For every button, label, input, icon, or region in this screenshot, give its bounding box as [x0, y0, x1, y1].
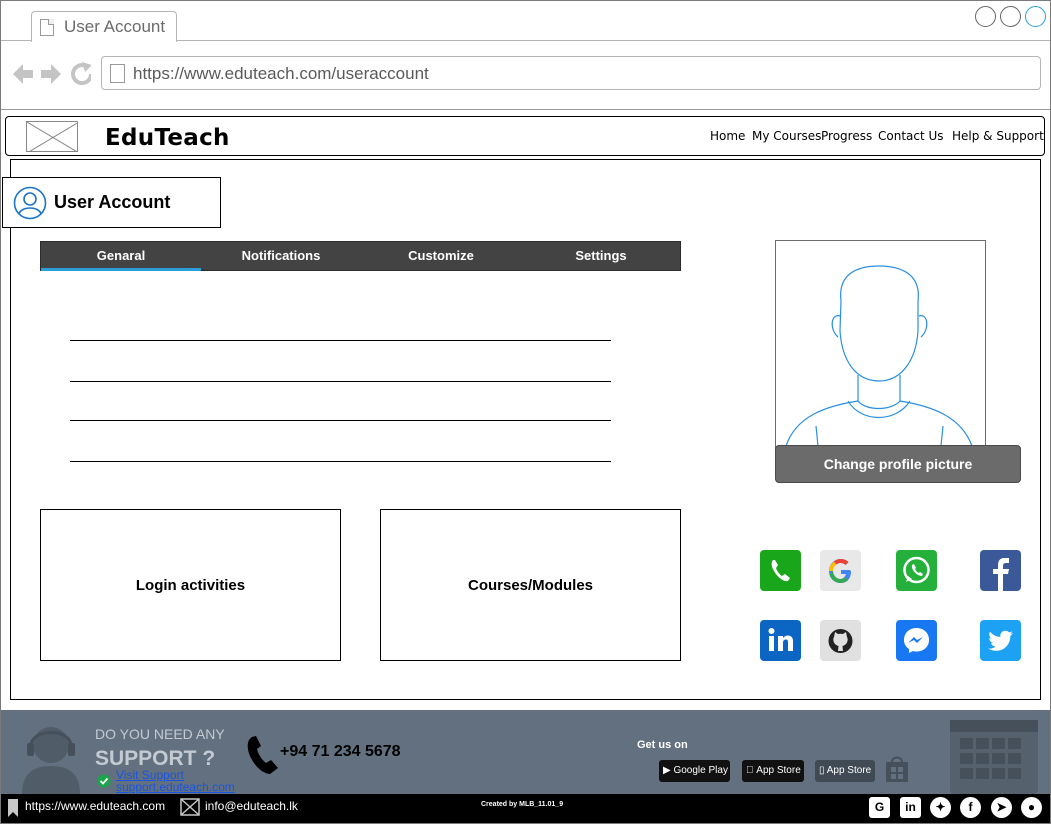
credit-text: Created by MLB_11.01_9: [481, 801, 564, 808]
login-activities-panel[interactable]: Login activities: [40, 509, 341, 661]
bookmark-icon: [8, 799, 18, 817]
form-field-line[interactable]: [70, 340, 611, 341]
whatsapp-icon[interactable]: [896, 550, 937, 591]
profile-picture: [775, 240, 986, 450]
page-icon: [110, 64, 125, 83]
page-title-box: User Account: [2, 177, 221, 228]
linkedin-icon[interactable]: in: [900, 797, 921, 818]
github-icon[interactable]: ●: [1021, 797, 1042, 818]
browser-tab[interactable]: User Account: [31, 11, 177, 43]
avatar-silhouette-icon: [785, 265, 973, 447]
change-profile-picture-button[interactable]: Change profile picture: [775, 445, 1021, 483]
page-title: User Account: [54, 192, 171, 212]
app-store-label: App Store: [746, 765, 800, 776]
brand-name[interactable]: EduTeach: [105, 125, 230, 151]
linkedin-icon[interactable]: [760, 620, 801, 661]
mail-icon: [180, 798, 200, 816]
phone-handset-icon: [247, 736, 278, 774]
site-header: EduTeach Home My Courses Progress Contac…: [5, 116, 1045, 156]
browser-tab-title: User Account: [64, 17, 166, 36]
store-bag-icon[interactable]: [883, 754, 911, 784]
facebook-icon[interactable]: f: [960, 797, 981, 818]
close-button[interactable]: [1025, 6, 1046, 27]
twitter-icon[interactable]: ✦: [930, 797, 951, 818]
support-agent-icon: [22, 727, 80, 794]
maximize-button[interactable]: [1000, 6, 1021, 27]
nav-contact-us[interactable]: Contact Us: [878, 129, 944, 143]
login-activities-label: Login activities: [135, 577, 246, 594]
refresh-icon[interactable]: [71, 62, 91, 86]
google-play-label: Google Play: [673, 765, 728, 776]
telegram-icon[interactable]: ➤: [991, 797, 1012, 818]
nav-help-support[interactable]: Help & Support: [952, 129, 1044, 143]
footer-bottom-bar: https://www.eduteach.com info@eduteach.l…: [1, 794, 1050, 823]
messenger-icon[interactable]: [896, 620, 937, 661]
address-bar-row: https://www.eduteach.com/useraccount: [1, 42, 1050, 110]
account-tabs: Genaral Notifications Customize Settings: [40, 241, 681, 271]
github-icon[interactable]: [820, 620, 861, 661]
url-input[interactable]: https://www.eduteach.com/useraccount: [101, 56, 1041, 90]
user-icon: [13, 186, 47, 220]
app-store-badge[interactable]:  App Store: [742, 760, 804, 782]
app-store-alt-label: App Store: [826, 765, 872, 776]
url-text: https://www.eduteach.com/useraccount: [133, 64, 429, 83]
browser-tab-bar: User Account: [1, 1, 1050, 43]
back-icon[interactable]: [13, 64, 33, 84]
courses-modules-panel[interactable]: Courses/Modules: [380, 509, 681, 661]
nav-my-courses[interactable]: My Courses: [752, 129, 821, 143]
google-icon[interactable]: [820, 550, 861, 591]
site-footer: DO YOU NEED ANY SUPPORT ? Visit Support …: [1, 710, 1050, 794]
form-field-line[interactable]: [70, 461, 611, 462]
forward-icon[interactable]: [41, 64, 61, 84]
form-field-line[interactable]: [70, 420, 611, 421]
support-phone-number[interactable]: +94 71 234 5678: [280, 743, 401, 761]
google-icon[interactable]: G: [869, 797, 890, 818]
website-link[interactable]: https://www.eduteach.com: [25, 799, 165, 813]
support-heading-line1: DO YOU NEED ANY: [95, 726, 225, 742]
support-url-link[interactable]: support.eduteach.com: [116, 780, 235, 794]
email-link[interactable]: info@eduteach.lk: [205, 799, 298, 813]
twitter-icon[interactable]: [980, 620, 1021, 661]
page-icon: [40, 19, 54, 36]
minimize-button[interactable]: [975, 6, 996, 27]
calendar-icon: [950, 720, 1038, 794]
tab-notifications[interactable]: Notifications: [201, 242, 361, 271]
nav-progress[interactable]: Progress: [821, 129, 872, 143]
get-us-on-label: Get us on: [637, 739, 688, 751]
navigation-icons: [13, 62, 91, 86]
facebook-icon[interactable]: [980, 550, 1021, 591]
courses-modules-label: Courses/Modules: [467, 577, 594, 594]
google-play-badge[interactable]: ▶ Google Play: [659, 760, 730, 782]
logo-placeholder-icon[interactable]: [26, 121, 78, 152]
check-icon: [97, 774, 111, 788]
phone-icon[interactable]: [760, 550, 801, 591]
nav-home[interactable]: Home: [710, 129, 745, 143]
form-field-line[interactable]: [70, 381, 611, 382]
tab-customize[interactable]: Customize: [361, 242, 521, 271]
app-store-badge-alt[interactable]: ▯ App Store: [815, 760, 875, 782]
tab-general[interactable]: Genaral: [41, 242, 201, 271]
tab-settings[interactable]: Settings: [521, 242, 681, 271]
